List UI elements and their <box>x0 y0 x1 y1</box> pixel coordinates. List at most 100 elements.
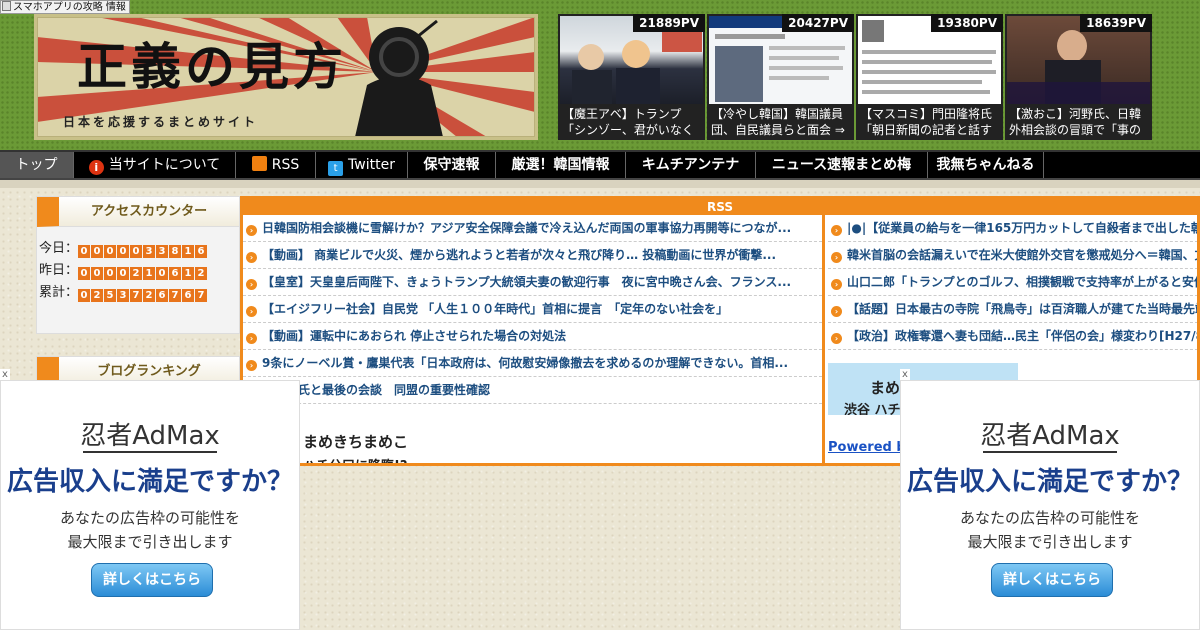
arrow-icon: › <box>246 360 257 371</box>
arrow-icon: › <box>246 333 257 344</box>
admax-ad-right[interactable]: x 忍者AdMax 広告収入に満足ですか？ あなたの広告枠の可能性を 最大限まで… <box>900 369 1200 630</box>
ad-headline: 広告収入に満足ですか？ <box>6 467 293 497</box>
nav-twitter[interactable]: t Twitter <box>316 152 408 178</box>
rss-item[interactable]: › 【話題】日本最古の寺院「飛鳥寺」は百済職人が建てた当時最先端 <box>828 296 1197 323</box>
ad-brand-underline <box>83 451 217 453</box>
article-caption: 【冷やし韓国】韓国議員団、自民議員らと面会 ⇒ <box>711 107 845 137</box>
counter-digit: 2 <box>143 289 156 302</box>
site-banner[interactable]: 正義の見方 日本を応援するまとめサイト <box>34 14 538 140</box>
ad-brand: 忍者AdMax <box>901 415 1199 453</box>
counter-label: 今日： <box>39 241 79 256</box>
rss-item[interactable]: › 【動画】 商業ビルで火災、煙から逃れようと若者が次々と飛び降り… 投稿動画に世… <box>243 242 822 269</box>
rss-item-text: 山口二郎「トランプとのゴルフ、相撲観戦で支持率が上がると安倍 <box>847 275 1200 289</box>
banner-title: 正義の見方 <box>77 37 347 96</box>
pageview-count: 21889PV <box>633 14 705 32</box>
counter-label: 累計： <box>39 285 79 300</box>
arrow-icon: › <box>246 252 257 263</box>
popular-article-3[interactable]: 19380PV 【マスコミ】門田隆将氏「朝日新聞の記者と話す <box>856 14 1003 140</box>
arrow-icon: › <box>831 225 842 236</box>
counter-digit: 2 <box>91 289 104 302</box>
info-icon: i <box>88 160 104 175</box>
arrow-icon: › <box>246 279 257 290</box>
admax-ad-left[interactable]: x 忍者AdMax 広告収入に満足ですか？ あなたの広告枠の可能性を 最大限まで… <box>0 369 300 630</box>
rss-item-text: 【動画】運転中にあおられ 停止させられた場合の対処法 <box>262 329 567 343</box>
rss-item[interactable]: › 【政治】政権奪還へ妻も団結…民主「伴侶の会」様変わり[H27/8/2 <box>828 323 1200 350</box>
rss-item[interactable]: › 【皇室】天皇皇后両陛下、きょうトランプ大統領夫妻の歓迎行事 夜に宮中晩さん会、… <box>243 269 822 296</box>
nav-label: 厳選！韓国情報 <box>511 157 610 173</box>
nav-gamu-channel[interactable]: 我無ちゃんねる <box>928 152 1044 178</box>
counter-digit: 0 <box>156 267 169 280</box>
counter-digit: 0 <box>104 267 117 280</box>
nav-about[interactable]: i 当サイトについて <box>74 152 236 178</box>
arrow-icon: › <box>831 306 842 317</box>
ad-details-button[interactable]: 詳しくはこちら <box>991 563 1113 597</box>
popular-article-2[interactable]: 20427PV 【冷やし韓国】韓国議員団、自民議員らと面会 ⇒ <box>707 14 854 140</box>
rss-item-text: 【エイジフリー社会】自民党 「人生１００年時代」首相に提言 「定年のない社会を」 <box>262 302 729 316</box>
nav-label: 我無ちゃんねる <box>936 157 1035 173</box>
rss-item-text: 韓米首脳の会話漏えいで在米大使館外交官を懲戒処分へ＝韓国、文 <box>847 248 1200 262</box>
counter-digit: 0 <box>117 245 130 258</box>
nav-label: Twitter <box>348 157 395 173</box>
counter-digit: 0 <box>91 267 104 280</box>
arrow-icon: › <box>831 279 842 290</box>
counter-digit: 6 <box>169 267 182 280</box>
ad-headline: 広告収入に満足ですか？ <box>906 467 1193 497</box>
nav-korea-info[interactable]: 厳選！韓国情報 <box>496 152 626 178</box>
nav-hoshu-sokuho[interactable]: 保守速報 <box>408 152 496 178</box>
pageview-count: 20427PV <box>782 14 854 32</box>
rss-item-text: 【政治】政権奪還へ妻も団結…民主「伴侶の会」様変わり[H27/8/2 <box>847 329 1200 343</box>
rss-item[interactable]: › 【エイジフリー社会】自民党 「人生１００年時代」首相に提言 「定年のない社会を… <box>243 296 822 323</box>
rss-item[interactable]: › 【動画】運転中にあおられ 停止させられた場合の対処法 <box>243 323 822 350</box>
counter-digit: 5 <box>104 289 117 302</box>
rss-item[interactable]: ›オバマ氏と最後の会談 同盟の重要性確認 <box>243 377 822 404</box>
rss-item-text: 日韓国防相会談機に雪解けか？アジア安全保障会議で冷え込んだ両国の軍事協力再開等に… <box>262 221 792 235</box>
rss-item[interactable]: › 日韓国防相会談機に雪解けか？アジア安全保障会議で冷え込んだ両国の軍事協力再開等… <box>243 215 822 242</box>
mamechi-banner-left[interactable]: まめきちまめこ ハチ公口に降臨!? <box>299 417 439 463</box>
rss-item[interactable]: › 韓米首脳の会話漏えいで在米大使館外交官を懲戒処分へ＝韓国、文 <box>828 242 1200 269</box>
counter-digit: 2 <box>130 267 143 280</box>
counter-total: 累計： 0 2 5 3 7 2 6 7 6 7 <box>39 281 208 302</box>
counter-digit: 0 <box>78 245 91 258</box>
counter-digit: 0 <box>104 245 117 258</box>
top-note-text: スマホアプリの攻略 情報 <box>13 2 126 13</box>
close-icon[interactable]: x <box>900 369 910 380</box>
counter-digit: 0 <box>130 245 143 258</box>
article-caption: 【マスコミ】門田隆将氏「朝日新聞の記者と話す <box>860 107 993 137</box>
nav-label: 保守速報 <box>423 157 480 173</box>
access-counter: アクセスカウンター 今日： 0 0 0 0 0 3 3 8 1 6 昨日： 0 0 0 0 2 1 0 6 1 2 累計… <box>36 196 240 334</box>
counter-digit: 0 <box>78 267 91 280</box>
rss-item-text: 【動画】 商業ビルで火災、煙から逃れようと若者が次々と飛び降り… 投稿動画に世界… <box>262 248 777 262</box>
counter-digit: 1 <box>143 267 156 280</box>
nav-rss[interactable]: RSS <box>236 152 316 178</box>
counter-total-value: 0253726767 <box>78 287 208 302</box>
counter-digit: 6 <box>195 245 208 258</box>
nav-kimchi-antenna[interactable]: キムチアンテナ <box>626 152 756 178</box>
counter-today-value: 0000033816 <box>78 243 208 258</box>
mamechi-subtitle: ハチ公口に降臨!? <box>303 455 407 463</box>
ad-subtext: 最大限まで引き出します <box>67 533 233 551</box>
main-nav: トップ i 当サイトについて RSS t Twitter 保守速報 厳選！韓国情報 … <box>0 150 1200 180</box>
rss-item[interactable]: › |●|【従業員の給与を一律165万円カットして自殺者まで出した朝日 <box>828 215 1197 242</box>
ad-brand: 忍者AdMax <box>1 415 299 453</box>
close-icon[interactable]: x <box>0 369 10 380</box>
article-caption: 【魔王アベ】トランプ「シンゾー、君がいなく <box>562 107 694 137</box>
pageview-count: 19380PV <box>931 14 1003 32</box>
ad-brand-underline <box>983 451 1117 453</box>
ad-details-button[interactable]: 詳しくはこちら <box>91 563 213 597</box>
popular-article-4[interactable]: 18639PV 【激おこ】河野氏、日韓外相会談の冒頭で「事の <box>1005 14 1152 140</box>
counter-digit: 8 <box>169 245 182 258</box>
page-icon <box>2 1 11 11</box>
divider <box>0 180 1200 188</box>
counter-today: 今日： 0 0 0 0 0 3 3 8 1 6 <box>39 237 208 258</box>
counter-digit: 7 <box>130 289 143 302</box>
counter-digit: 3 <box>117 289 130 302</box>
nav-top[interactable]: トップ <box>0 152 74 178</box>
nav-news-matome[interactable]: ニュース速報まとめ梅 <box>756 152 928 178</box>
top-note[interactable]: スマホアプリの攻略 情報 <box>0 0 130 14</box>
rss-item[interactable]: › 山口二郎「トランプとのゴルフ、相撲観戦で支持率が上がると安倍 <box>828 269 1200 296</box>
popular-article-1[interactable]: 21889PV 【魔王アベ】トランプ「シンゾー、君がいなく <box>558 14 705 140</box>
arrow-icon: › <box>831 252 842 263</box>
counter-digit: 3 <box>143 245 156 258</box>
rss-item[interactable]: › 9条にノーベル賞・鷹巣代表「日本政府は、何故慰安婦像撤去を求めるのか理解できな… <box>243 350 822 377</box>
ad-subtext: あなたの広告枠の可能性を <box>959 509 1140 527</box>
